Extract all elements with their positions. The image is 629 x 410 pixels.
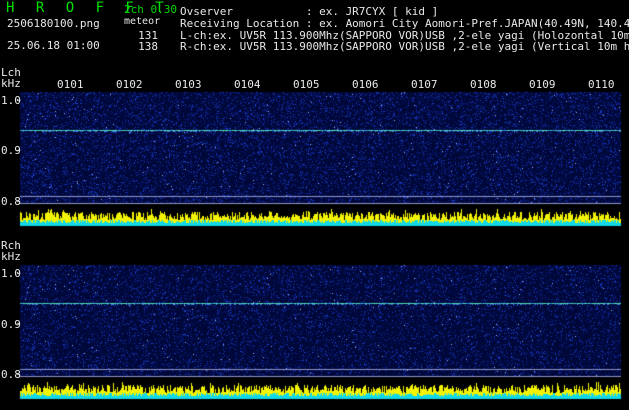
rch-tick-0-8: 0.8: [1, 368, 21, 381]
time-label-0106: 0106: [352, 78, 379, 91]
rch-tick-0-9: 0.9: [1, 318, 21, 331]
lch-tick-1-0: 1.0: [1, 94, 21, 107]
version-label: 2ch 0.30: [124, 3, 177, 16]
spectrogram-canvas: [0, 0, 629, 410]
rch-unit-label: kHz: [1, 250, 21, 263]
time-label-0102: 0102: [116, 78, 143, 91]
time-label-0109: 0109: [529, 78, 556, 91]
time-label-0110: 0110: [588, 78, 615, 91]
time-label-0101: 0101: [57, 78, 84, 91]
time-label-0103: 0103: [175, 78, 202, 91]
lch-tick-0-8: 0.8: [1, 195, 21, 208]
rch-info-line: R-ch:ex. UV5R 113.900Mhz(SAPPORO VOR)USB…: [180, 41, 629, 52]
rch-tick-1-0: 1.0: [1, 267, 21, 280]
time-label-0105: 0105: [293, 78, 320, 91]
lch-info-line: L-ch:ex. UV5R 113.900Mhz(SAPPORO VOR)USB…: [180, 30, 629, 41]
time-label-0104: 0104: [234, 78, 261, 91]
rch-count: 138: [138, 40, 158, 53]
location-line: Receiving Location : ex. Aomori City Aom…: [180, 18, 629, 29]
time-label-0107: 0107: [411, 78, 438, 91]
mode-label: meteor: [124, 16, 161, 27]
lch-unit-label: kHz: [1, 77, 21, 90]
lch-tick-0-9: 0.9: [1, 144, 21, 157]
file-name: 2506180100.png: [7, 17, 100, 30]
time-label-0108: 0108: [470, 78, 497, 91]
observer-line: Ovserver : ex. JR7CYX [ kid ]: [180, 6, 439, 17]
timestamp: 25.06.18 01:00: [7, 39, 100, 52]
